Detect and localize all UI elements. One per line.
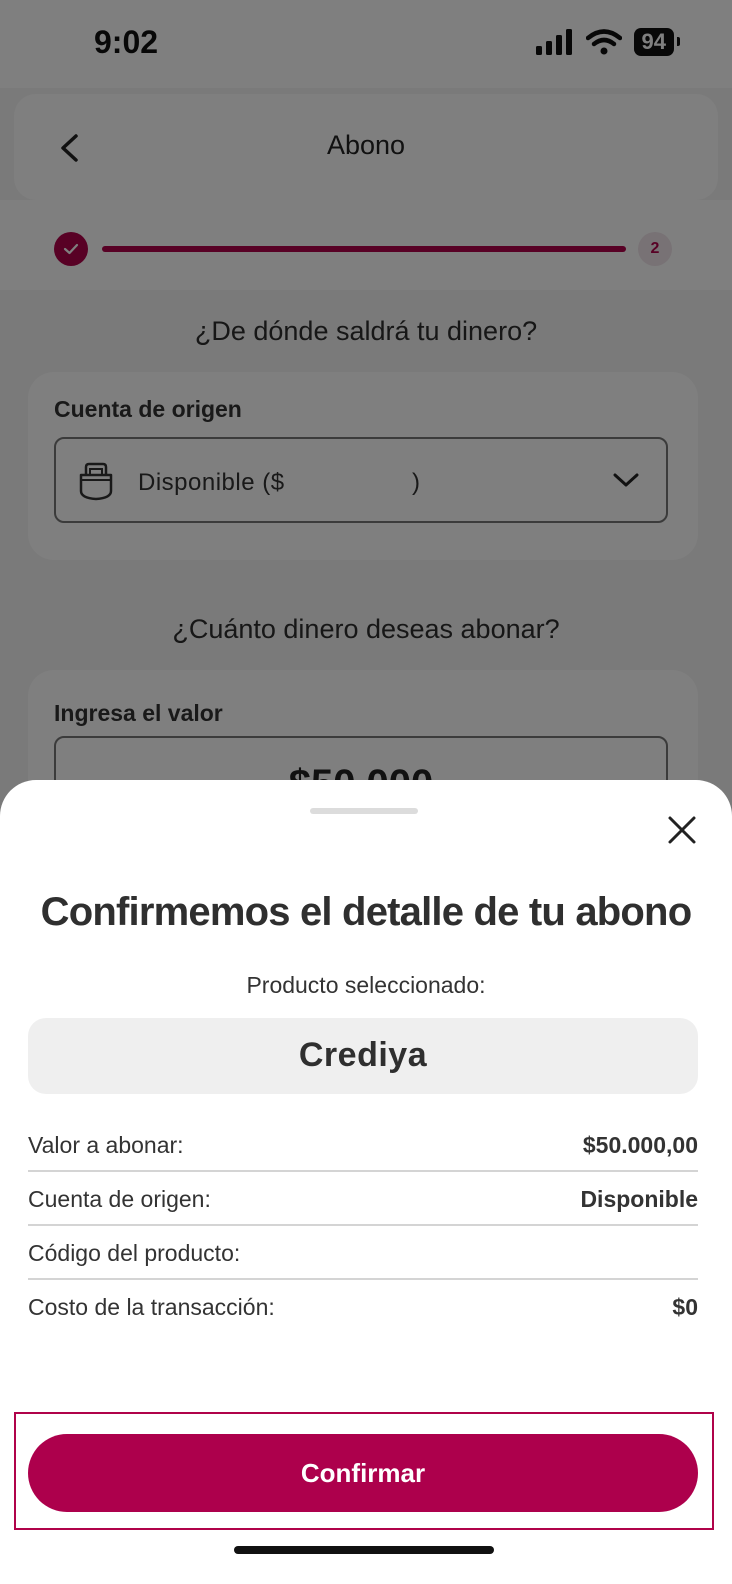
detail-value: $0 [672, 1294, 698, 1320]
detail-row-amount: Valor a abonar: $50.000,00 [28, 1118, 698, 1172]
product-name: Crediya [298, 1036, 428, 1074]
confirm-button[interactable]: Confirmar [28, 1434, 698, 1512]
detail-label: Costo de la transacción: [28, 1294, 275, 1320]
product-label: Producto seleccionado: [246, 972, 486, 998]
detail-value: $50.000,00 [582, 1132, 698, 1158]
detail-label: Cuenta de origen: [28, 1186, 211, 1212]
detail-label: Código del producto: [28, 1240, 241, 1266]
sheet-title: Confirmemos el detalle de tu abono [40, 890, 692, 934]
detail-label: Valor a abonar: [28, 1132, 184, 1158]
product-pill: Crediya [28, 1018, 698, 1094]
sheet-grabber[interactable] [310, 808, 418, 814]
confirmation-sheet: Confirmemos el detalle de tu abono Produ… [0, 780, 732, 1584]
detail-row-cost: Costo de la transacción: $0 [28, 1280, 698, 1334]
detail-value: Disponible [580, 1186, 698, 1212]
detail-row-origin: Cuenta de origen: Disponible [28, 1172, 698, 1226]
detail-list: Valor a abonar: $50.000,00 Cuenta de ori… [28, 1118, 698, 1334]
home-indicator [234, 1546, 494, 1554]
close-icon[interactable] [664, 812, 700, 848]
detail-row-product-code: Código del producto: [28, 1226, 698, 1280]
